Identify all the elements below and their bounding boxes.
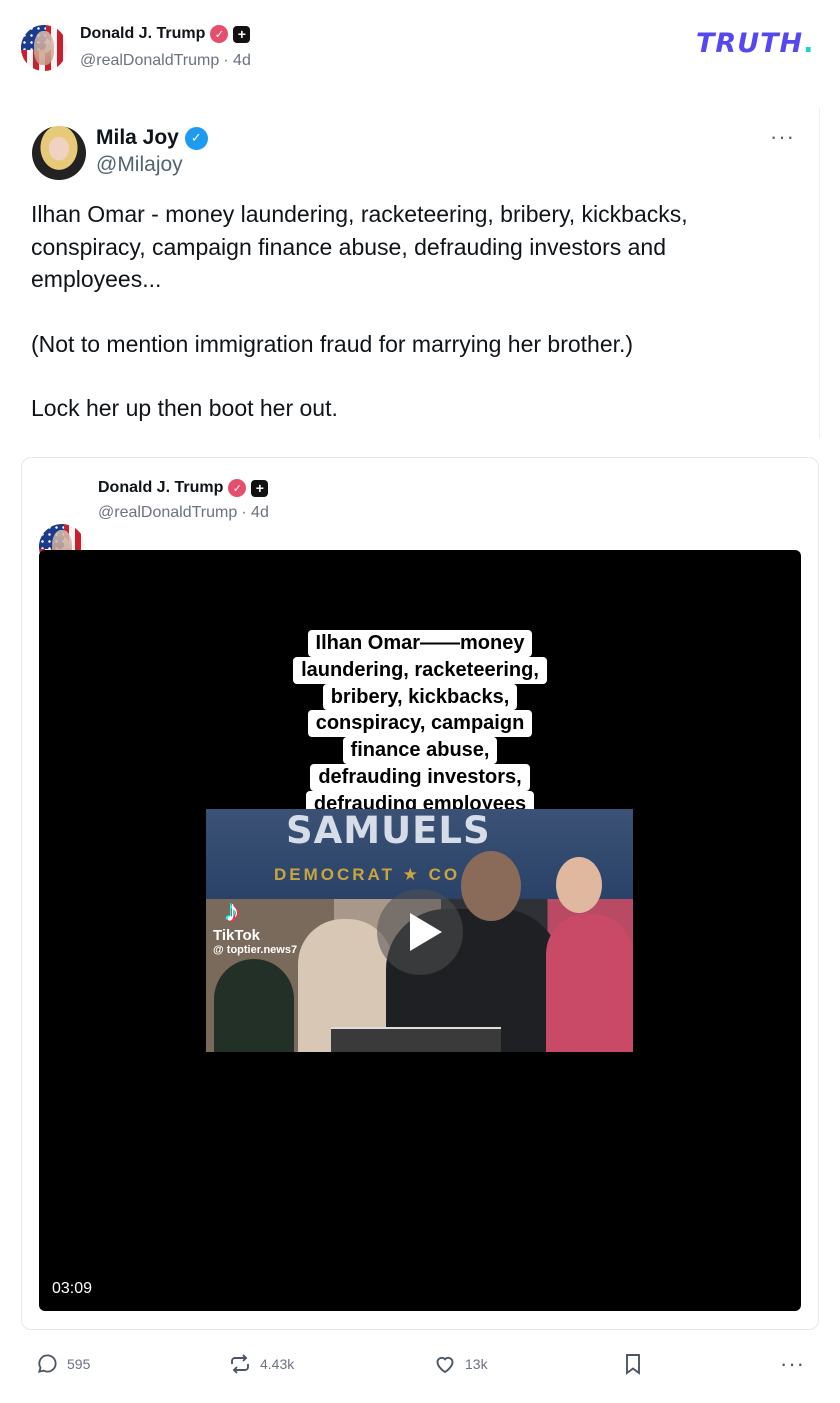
caption-line: finance abuse, <box>342 737 498 764</box>
author-name-row: Donald J. Trump ✓ + <box>80 25 251 43</box>
more-dots-icon: ··· <box>780 1351 805 1376</box>
video-player[interactable]: Ilhan Omar——money laundering, racketeeri… <box>39 550 801 1311</box>
like-count: 13k <box>465 1356 488 1372</box>
verified-badge-icon: ✓ <box>228 479 247 497</box>
embedded-author-avatar <box>32 126 86 180</box>
truth-logo-text: TRUTH <box>696 28 804 59</box>
embedded-paragraph: Ilhan Omar - money laundering, racketeer… <box>31 201 688 292</box>
quoted-post-time[interactable]: · 4d <box>241 504 269 522</box>
video-caption: Ilhan Omar——money laundering, racketeeri… <box>39 630 801 818</box>
video-thumbnail: SAMUELS DEMOCRAT ★ CO ♪ TikTok @ toptier… <box>206 809 633 1052</box>
author-avatar[interactable] <box>21 25 67 71</box>
person-figure <box>214 959 294 1052</box>
plus-badge-icon: + <box>251 479 269 497</box>
reply-count: 595 <box>67 1355 91 1372</box>
caption-line: defrauding investors, <box>310 763 530 791</box>
plus-badge-icon: + <box>233 25 251 43</box>
embedded-author-name-row: Mila Joy ✓ <box>96 126 208 150</box>
like-button[interactable]: 13k <box>433 1352 488 1376</box>
retruth-button[interactable]: 4.43k <box>228 1352 294 1376</box>
video-duration: 03:09 <box>52 1280 93 1297</box>
embedded-author-handle: @Milajoy <box>96 153 183 176</box>
tiktok-handle: @ toptier.news7 <box>213 944 298 956</box>
podium <box>331 1027 501 1052</box>
tiktok-icon: ♪ <box>225 895 240 928</box>
quoted-author-name-row: Donald J. Trump ✓ + <box>98 479 269 497</box>
verified-badge-icon: ✓ <box>210 25 229 43</box>
caption-line: conspiracy, campaign <box>307 710 533 738</box>
author-meta: @realDonaldTrump · 4d <box>80 52 251 70</box>
heart-icon <box>436 1356 454 1374</box>
person-head <box>556 857 602 913</box>
embedded-post: Mila Joy ✓ @Milajoy ··· Ilhan Omar - mon… <box>22 108 820 438</box>
caption-line: laundering, racketeering, <box>293 656 547 684</box>
person-figure <box>546 914 633 1052</box>
banner-subtext: DEMOCRAT ★ CO <box>274 865 461 884</box>
retruth-count: 4.43k <box>260 1356 295 1372</box>
author-handle[interactable]: @realDonaldTrump <box>80 52 219 70</box>
caption-line: Ilhan Omar——money <box>307 630 533 657</box>
author-name[interactable]: Donald J. Trump <box>80 25 205 43</box>
retruth-icon <box>231 1354 249 1374</box>
quoted-author-name[interactable]: Donald J. Trump <box>98 479 223 497</box>
embedded-paragraph: Lock her up then boot her out. <box>31 395 338 421</box>
reply-button[interactable]: 595 <box>36 1352 90 1375</box>
quoted-author-handle[interactable]: @realDonaldTrump <box>98 504 237 522</box>
embedded-paragraph: (Not to mention immigration fraud for ma… <box>31 330 634 357</box>
truth-logo[interactable]: TRUTH. <box>696 28 814 59</box>
post-time[interactable]: · 4d <box>223 52 251 70</box>
tiktok-wordmark: TikTok <box>213 927 260 944</box>
banner-text: SAMUELS <box>286 809 491 852</box>
comment-icon <box>38 1354 57 1373</box>
embedded-author-name: Mila Joy <box>96 126 179 149</box>
caption-line: bribery, kickbacks, <box>322 683 518 711</box>
bookmark-button[interactable] <box>622 1352 644 1376</box>
more-options-button[interactable]: ··· <box>780 1351 805 1377</box>
truth-logo-dot: . <box>803 28 815 59</box>
person-head <box>461 851 521 921</box>
blue-verified-icon: ✓ <box>184 126 208 150</box>
play-icon[interactable] <box>377 889 463 975</box>
bookmark-icon <box>626 1354 640 1375</box>
tiktok-watermark: ♪ TikTok @ toptier.news7 <box>213 895 298 957</box>
embedded-more-icon[interactable]: ··· <box>770 124 795 150</box>
quoted-author-meta: @realDonaldTrump · 4d <box>98 504 269 522</box>
embedded-post-text: Ilhan Omar - money laundering, racketeer… <box>31 198 771 425</box>
